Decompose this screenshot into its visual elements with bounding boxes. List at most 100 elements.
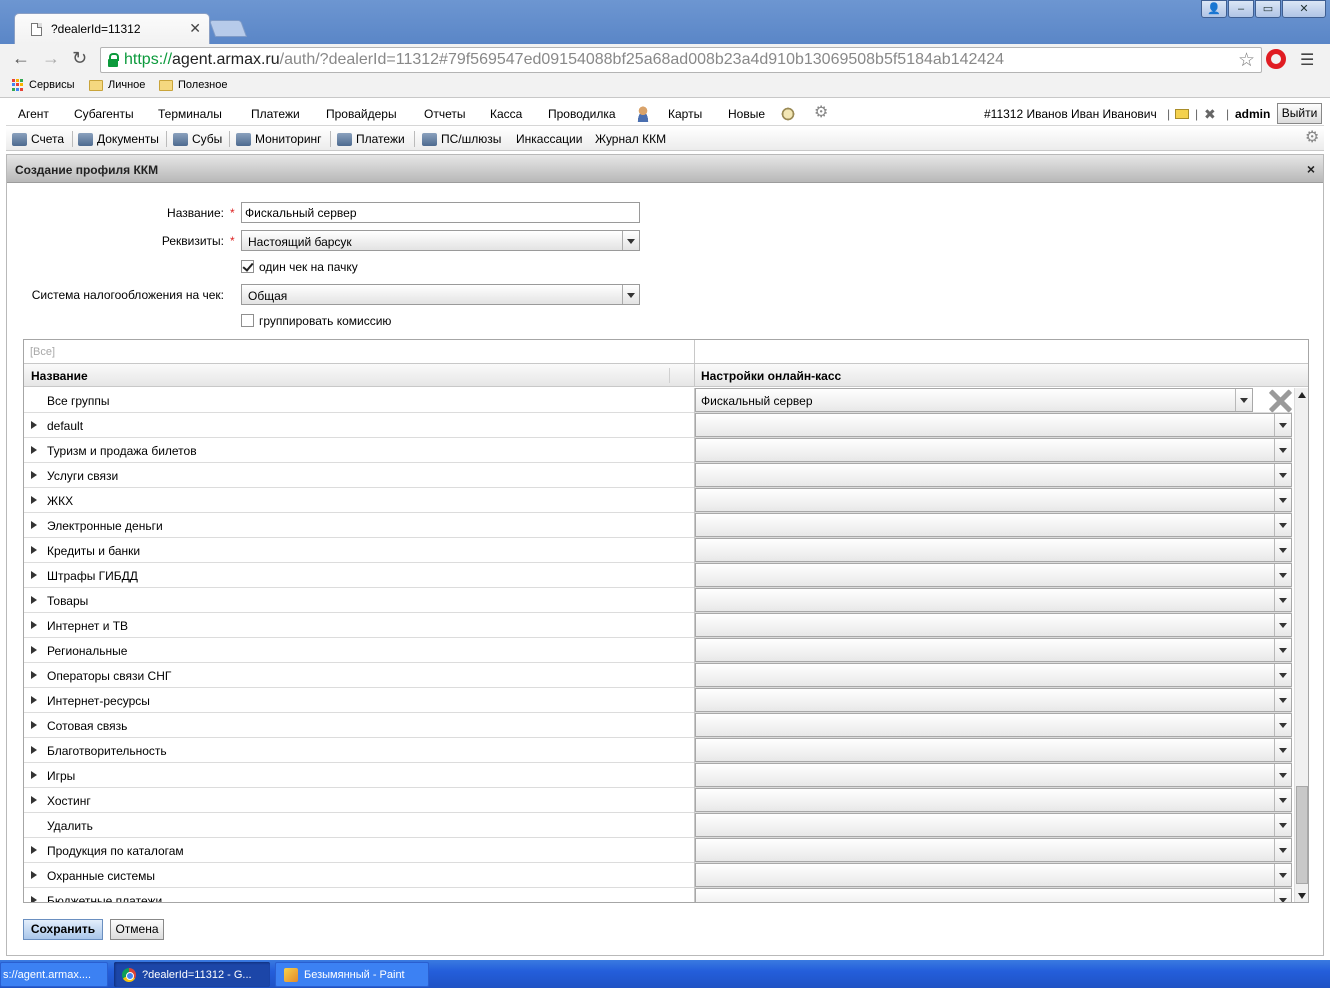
forward-arrow-icon[interactable]: → <box>42 48 60 69</box>
chevron-down-icon[interactable] <box>1274 614 1291 636</box>
table-row[interactable]: Туризм и продажа билетов <box>24 438 1292 463</box>
table-row[interactable]: Интернет и ТВ <box>24 613 1292 638</box>
chevron-down-icon[interactable] <box>1274 564 1291 586</box>
expand-arrow-icon[interactable] <box>31 871 37 879</box>
expand-arrow-icon[interactable] <box>31 896 37 902</box>
table-row[interactable]: Штрафы ГИБДД <box>24 563 1292 588</box>
table-row[interactable]: Все группы Фискальный сервер <box>24 388 1292 413</box>
bookmark-folder-useful[interactable]: Полезное <box>159 79 227 91</box>
one-check-checkbox[interactable] <box>241 260 254 273</box>
kkm-settings-select[interactable] <box>695 638 1292 662</box>
user-profile-icon[interactable]: 👤 <box>1201 0 1227 18</box>
chevron-down-icon[interactable] <box>1274 464 1291 486</box>
kkm-settings-select[interactable] <box>695 863 1292 887</box>
submenu-monitoring[interactable]: Мониторинг <box>236 132 322 146</box>
tab-close-icon[interactable]: ✕ <box>189 20 201 37</box>
kkm-settings-select[interactable] <box>695 663 1292 687</box>
menu-item-providers[interactable]: Провайдеры <box>326 107 397 121</box>
table-row[interactable]: Кредиты и банки <box>24 538 1292 563</box>
expand-arrow-icon[interactable] <box>31 796 37 804</box>
kkm-settings-select[interactable] <box>695 713 1292 737</box>
table-row[interactable]: Бюджетные платежи <box>24 888 1292 902</box>
menu-item-new[interactable]: Новые <box>728 107 765 121</box>
opera-extension-icon[interactable] <box>1266 49 1286 69</box>
expand-arrow-icon[interactable] <box>31 421 37 429</box>
user-icon[interactable] <box>635 106 651 122</box>
chevron-down-icon[interactable] <box>1274 439 1291 461</box>
chevron-down-icon[interactable] <box>1274 814 1291 836</box>
chevron-down-icon[interactable] <box>622 231 639 250</box>
table-row[interactable]: default <box>24 413 1292 438</box>
table-row[interactable]: Товары <box>24 588 1292 613</box>
submenu-collections[interactable]: Инкассации <box>516 132 582 146</box>
chevron-down-icon[interactable] <box>1274 864 1291 886</box>
menu-item-reports[interactable]: Отчеты <box>424 107 465 121</box>
column-resizer[interactable] <box>669 368 670 383</box>
table-row[interactable]: Услуги связи <box>24 463 1292 488</box>
scroll-thumb[interactable] <box>1296 786 1308 884</box>
table-row[interactable]: ЖКХ <box>24 488 1292 513</box>
gear-icon[interactable]: ⚙ <box>814 105 830 121</box>
kkm-settings-select[interactable] <box>695 563 1292 587</box>
kkm-settings-select[interactable] <box>695 738 1292 762</box>
kkm-settings-select[interactable] <box>695 763 1292 787</box>
kkm-settings-select[interactable] <box>695 888 1292 902</box>
filter-input[interactable]: [Все] <box>30 346 55 358</box>
kkm-settings-select[interactable] <box>695 813 1292 837</box>
table-row[interactable]: Электронные деньги <box>24 513 1292 538</box>
chevron-down-icon[interactable] <box>1274 514 1291 536</box>
chevron-down-icon[interactable] <box>1274 714 1291 736</box>
table-row[interactable]: Продукция по каталогам <box>24 838 1292 863</box>
chevron-down-icon[interactable] <box>1274 489 1291 511</box>
kkm-settings-select[interactable] <box>695 688 1292 712</box>
chevron-down-icon[interactable] <box>1274 639 1291 661</box>
scroll-up-icon[interactable] <box>1295 388 1308 402</box>
submenu-gateways[interactable]: ПС/шлюзы <box>422 132 501 146</box>
expand-arrow-icon[interactable] <box>31 446 37 454</box>
requisites-select[interactable]: Настоящий барсук <box>241 230 640 251</box>
menu-item-agent[interactable]: Агент <box>18 107 49 121</box>
taskbar-item-paint[interactable]: Безымянный - Paint <box>275 962 429 987</box>
browser-tab[interactable]: ?dealerId=11312 ✕ <box>14 13 210 44</box>
menu-item-cash[interactable]: Касса <box>490 107 522 121</box>
expand-arrow-icon[interactable] <box>31 696 37 704</box>
expand-arrow-icon[interactable] <box>31 471 37 479</box>
chevron-down-icon[interactable] <box>1235 389 1252 411</box>
table-row[interactable]: Охранные системы <box>24 863 1292 888</box>
expand-arrow-icon[interactable] <box>31 846 37 854</box>
expand-arrow-icon[interactable] <box>31 496 37 504</box>
chevron-down-icon[interactable] <box>1274 589 1291 611</box>
expand-arrow-icon[interactable] <box>31 671 37 679</box>
column-header-name[interactable]: Название <box>31 369 88 383</box>
kkm-settings-select[interactable] <box>695 838 1292 862</box>
kkm-settings-select[interactable] <box>695 588 1292 612</box>
submenu-subs[interactable]: Субы <box>173 132 222 146</box>
submenu-payments[interactable]: Платежи <box>337 132 405 146</box>
table-row[interactable]: Операторы связи СНГ <box>24 663 1292 688</box>
chevron-down-icon[interactable] <box>1274 539 1291 561</box>
new-tab-button[interactable] <box>208 20 248 37</box>
expand-arrow-icon[interactable] <box>31 596 37 604</box>
kkm-settings-select[interactable] <box>695 613 1292 637</box>
address-bar[interactable]: https://agent.armax.ru/auth/?dealerId=11… <box>100 47 1262 73</box>
maximize-button[interactable]: ▭ <box>1255 0 1281 18</box>
expand-arrow-icon[interactable] <box>31 646 37 654</box>
menu-item-provodilka[interactable]: Проводилка <box>548 107 616 121</box>
table-row[interactable]: Игры <box>24 763 1292 788</box>
delete-x-icon[interactable] <box>1268 389 1292 413</box>
expand-arrow-icon[interactable] <box>31 521 37 529</box>
window-close-button[interactable]: ✕ <box>1282 0 1326 18</box>
table-row[interactable]: Благотворительность <box>24 738 1292 763</box>
cancel-button[interactable]: Отмена <box>110 919 164 940</box>
minimize-button[interactable]: – <box>1228 0 1254 18</box>
vertical-scrollbar[interactable] <box>1294 388 1308 902</box>
expand-arrow-icon[interactable] <box>31 621 37 629</box>
chevron-down-icon[interactable] <box>622 285 639 304</box>
admin-link[interactable]: admin <box>1235 107 1270 121</box>
kkm-settings-select[interactable] <box>695 413 1292 437</box>
bookmark-apps[interactable]: Сервисы <box>12 79 75 91</box>
scroll-down-icon[interactable] <box>1295 889 1308 902</box>
table-row[interactable]: Хостинг <box>24 788 1292 813</box>
chevron-down-icon[interactable] <box>1274 414 1291 436</box>
table-row[interactable]: Удалить <box>24 813 1292 838</box>
